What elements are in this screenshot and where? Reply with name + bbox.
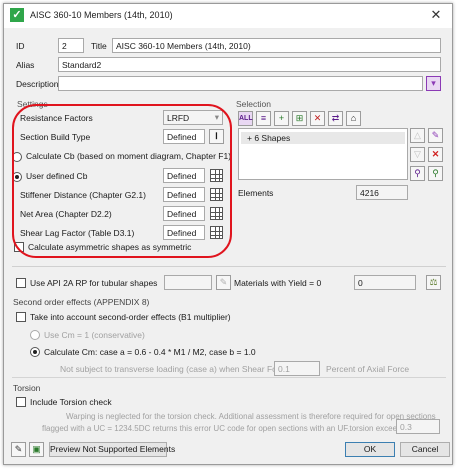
zoom-green-icon[interactable]: ⚲ (428, 166, 443, 181)
title-bar: ✓ AISC 360-10 Members (14th, 2010) ✕ (4, 4, 452, 28)
title-field[interactable]: AISC 360-10 Members (14th, 2010) (112, 38, 441, 53)
shear-force-field[interactable]: 0.1 (274, 361, 320, 376)
elements-count: 4216 (356, 185, 408, 200)
api-checkbox[interactable] (16, 278, 26, 288)
id-label: ID (16, 41, 25, 51)
not-subject-label: Not subject to transverse loading (case … (60, 364, 296, 374)
selection-header: Selection (236, 99, 271, 109)
selection-tree[interactable]: + 6 Shapes (238, 128, 408, 180)
use-cm-label: Use Cm = 1 (conservative) (44, 330, 145, 340)
chevron-down-icon[interactable]: ▾ (426, 76, 441, 91)
yield-count: 0 (354, 275, 416, 290)
alias-label: Alias (16, 60, 35, 70)
calculate-cm-label: Calculate Cm: case a = 0.6 - 0.4 * M1 / … (44, 347, 256, 357)
percent-axial-label: Percent of Axial Force (326, 364, 410, 374)
elements-label: Elements (238, 188, 274, 198)
zoom-icon[interactable]: ⚲ (410, 166, 425, 181)
second-order-label: Take into account second-order effects (… (30, 312, 231, 322)
select-all-button[interactable]: ALL (238, 111, 253, 126)
select-list-icon[interactable]: ≡ (256, 111, 271, 126)
torsion-note-line2: flagged with a UC = 1234.5DC returns thi… (42, 424, 415, 433)
delete-icon[interactable]: ✕ (428, 147, 443, 162)
move-down-icon[interactable]: ▽ (410, 147, 425, 162)
description-label: Description (16, 79, 59, 89)
filter-icon[interactable]: ⌂ (346, 111, 361, 126)
cancel-button[interactable]: Cancel (400, 442, 450, 457)
calculate-cm-radio[interactable] (30, 347, 40, 357)
torsion-checkbox[interactable] (16, 397, 26, 407)
torsion-field[interactable]: 0.3 (396, 419, 440, 434)
api-field (164, 275, 212, 290)
torsion-label: Include Torsion check (30, 397, 112, 407)
alias-field[interactable]: Standard2 (58, 57, 441, 72)
material-icon[interactable]: ⚖ (426, 275, 441, 290)
move-up-icon[interactable]: △ (410, 128, 425, 143)
yield-label: Materials with Yield = 0 (234, 278, 322, 288)
dialog-window: ✓ AISC 360-10 Members (14th, 2010) ✕ ID … (3, 3, 453, 465)
export-icon[interactable]: ▣ (29, 442, 44, 457)
window-title: AISC 360-10 Members (14th, 2010) (30, 10, 173, 20)
close-button[interactable]: ✕ (428, 7, 444, 23)
highlight-outline (12, 104, 232, 258)
edit-pencil-icon[interactable]: ✎ (428, 128, 443, 143)
api-edit-icon[interactable]: ✎ (216, 275, 231, 290)
add-selection-icon[interactable]: + (274, 111, 289, 126)
id-field[interactable]: 2 (58, 38, 84, 53)
preview-not-supported-button[interactable]: Preview Not Supported Elements (49, 442, 175, 457)
ok-button[interactable]: OK (345, 442, 395, 457)
tree-item[interactable]: + 6 Shapes (241, 132, 405, 144)
use-cm-radio[interactable] (30, 330, 40, 340)
invert-selection-icon[interactable]: ⇄ (328, 111, 343, 126)
select-by-property-icon[interactable]: ⊞ (292, 111, 307, 126)
second-order-checkbox[interactable] (16, 312, 26, 322)
divider (12, 266, 446, 267)
torsion-note-line1: Warping is neglected for the torsion che… (66, 412, 436, 421)
settings-tool-icon[interactable]: ✎ (11, 442, 26, 457)
checkmark-app-icon: ✓ (10, 8, 24, 22)
api-label: Use API 2A RP for tubular shapes (30, 278, 158, 288)
remove-selection-icon[interactable]: ✕ (310, 111, 325, 126)
title-label: Title (91, 41, 107, 51)
description-field[interactable] (58, 76, 423, 91)
torsion-header: Torsion (13, 383, 41, 393)
